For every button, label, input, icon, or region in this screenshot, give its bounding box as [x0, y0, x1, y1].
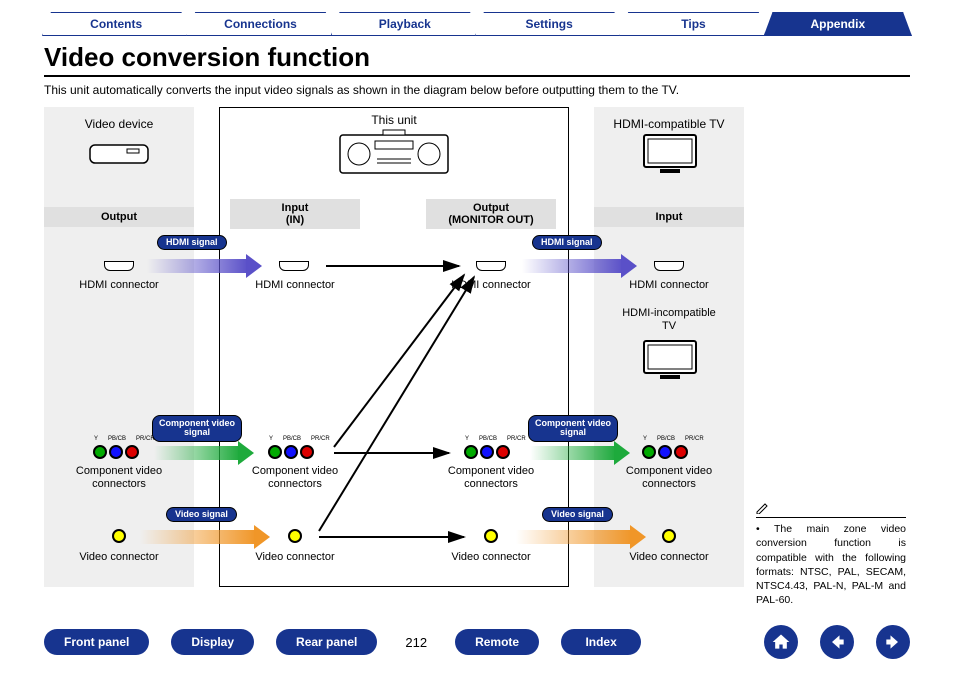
rca-labels: YPB/CBPR/CR [94, 436, 155, 442]
hdmi-port-icon [476, 261, 506, 271]
hdmi-label: HDMI connector [426, 279, 556, 292]
unit-input-header-text: Input (IN) [282, 202, 309, 226]
note-text: The main zone video conversion function … [756, 523, 906, 606]
tv-icon [642, 339, 698, 388]
home-icon [771, 632, 791, 652]
note: • The main zone video conversion functio… [756, 501, 906, 607]
video-device-icon [89, 137, 149, 172]
component-label: Component video connectors [604, 465, 734, 490]
tv2-title-text: HDMI-incompatible TV [622, 307, 716, 332]
tab-connections[interactable]: Connections [186, 12, 334, 36]
component-label: Component video connectors [230, 465, 360, 490]
page-number: 212 [405, 635, 427, 650]
component-ports-icon [267, 445, 315, 464]
video-port-icon [287, 529, 303, 548]
unit-output-header: Output (MONITOR OUT) [426, 199, 556, 229]
tab-appendix[interactable]: Appendix [764, 12, 912, 36]
prev-button[interactable] [820, 625, 854, 659]
device-title: Video device [49, 117, 189, 131]
component-ports-icon [641, 445, 689, 464]
video-port-icon [111, 529, 127, 548]
unit-input-header: Input (IN) [230, 199, 360, 229]
device-header: Output [44, 207, 194, 227]
component-label: Component video connectors [426, 465, 556, 490]
hdmi-port-icon [279, 261, 309, 271]
page-title: Video conversion function [44, 42, 910, 77]
tab-tips[interactable]: Tips [619, 12, 767, 36]
component-arrow [530, 444, 630, 462]
hdmi-label: HDMI connector [230, 279, 360, 292]
hdmi-label: HDMI connector [604, 279, 734, 292]
tab-playback[interactable]: Playback [331, 12, 479, 36]
tv-header: Input [594, 207, 744, 227]
remote-button[interactable]: Remote [455, 629, 539, 655]
pencil-icon [756, 502, 770, 514]
video-label: Video connector [230, 551, 360, 564]
component-ports-icon [92, 445, 140, 464]
rca-labels: YPB/CBPR/CR [465, 436, 526, 442]
front-panel-button[interactable]: Front panel [44, 629, 149, 655]
unit-device-icon [339, 129, 449, 182]
hdmi-signal-pill: HDMI signal [157, 235, 227, 250]
hdmi-port-icon [104, 261, 134, 271]
rear-panel-button[interactable]: Rear panel [276, 629, 377, 655]
arrow-right-icon [883, 632, 903, 652]
tv2-title: HDMI-incompatible TV [604, 307, 734, 332]
tv-title: HDMI-compatible TV [599, 117, 739, 131]
video-label: Video connector [54, 551, 184, 564]
video-port-icon [661, 529, 677, 548]
video-arrow [516, 528, 646, 546]
video-arrow [140, 528, 270, 546]
rca-labels: YPB/CBPR/CR [269, 436, 330, 442]
home-button[interactable] [764, 625, 798, 659]
hdmi-arrow [147, 257, 262, 275]
component-signal-pill: Component video signal [152, 415, 242, 442]
top-tabs: Contents Connections Playback Settings T… [0, 0, 954, 36]
component-signal-pill: Component video signal [528, 415, 618, 442]
note-bullet: • [756, 523, 760, 535]
bottom-bar: Front panel Display Rear panel 212 Remot… [0, 625, 954, 659]
tv-icon [642, 133, 698, 182]
hdmi-port-icon [654, 261, 684, 271]
index-button[interactable]: Index [561, 629, 641, 655]
hdmi-signal-pill: HDMI signal [532, 235, 602, 250]
display-button[interactable]: Display [171, 629, 254, 655]
component-arrow [154, 444, 254, 462]
video-signal-pill: Video signal [542, 507, 613, 522]
video-port-icon [483, 529, 499, 548]
hdmi-label: HDMI connector [54, 279, 184, 292]
tab-settings[interactable]: Settings [475, 12, 623, 36]
arrow-left-icon [827, 632, 847, 652]
tab-contents[interactable]: Contents [42, 12, 190, 36]
component-ports-icon [463, 445, 511, 464]
rca-labels: YPB/CBPR/CR [643, 436, 704, 442]
intro-text: This unit automatically converts the inp… [44, 83, 910, 97]
unit-title: This unit [324, 113, 464, 127]
video-label: Video connector [426, 551, 556, 564]
unit-output-header-text: Output (MONITOR OUT) [448, 202, 533, 226]
component-label: Component video connectors [54, 465, 184, 490]
video-label: Video connector [604, 551, 734, 564]
video-signal-pill: Video signal [166, 507, 237, 522]
hdmi-arrow [522, 257, 637, 275]
diagram: Video device This unit HDMI-compatible T… [44, 107, 910, 597]
next-button[interactable] [876, 625, 910, 659]
